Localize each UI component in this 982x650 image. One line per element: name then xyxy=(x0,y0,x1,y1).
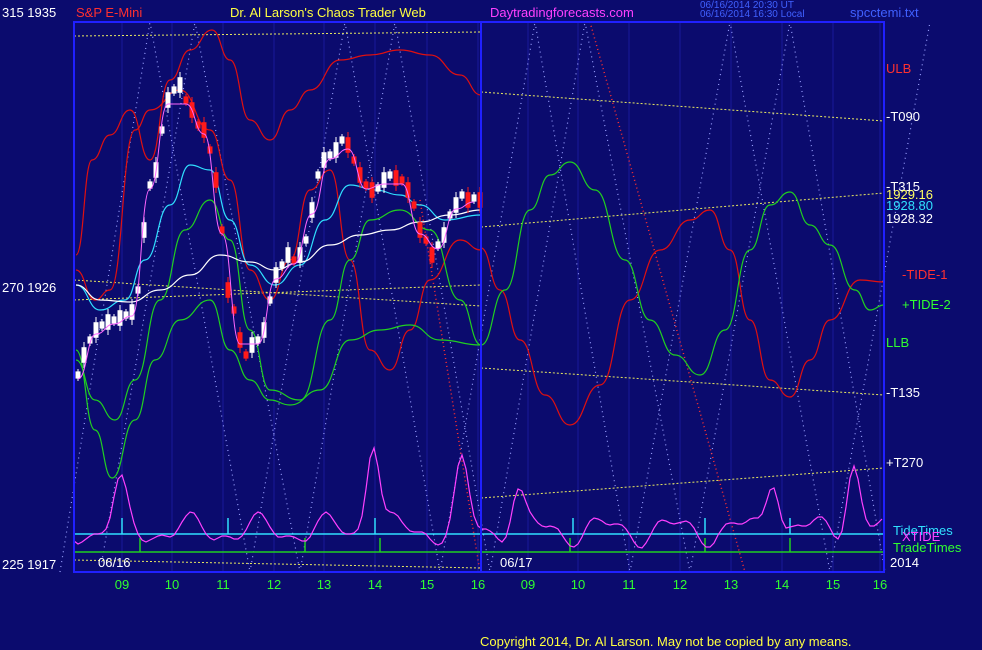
candle-body xyxy=(369,182,375,198)
candle-body xyxy=(111,316,117,324)
date-label-day1: 06/16 xyxy=(98,555,131,570)
candle-body xyxy=(237,332,243,348)
candle-body xyxy=(411,201,417,209)
candle-body xyxy=(225,282,231,298)
hour-tick-label: 10 xyxy=(165,577,179,592)
candle-body xyxy=(177,77,183,93)
label-tide-1: -TIDE-1 xyxy=(902,267,948,282)
label-t270: +T270 xyxy=(886,455,923,470)
hour-tick-label: 15 xyxy=(420,577,434,592)
hour-tick-label: 16 xyxy=(873,577,887,592)
hour-tick-label: 15 xyxy=(826,577,840,592)
site-title: Dr. Al Larson's Chaos Trader Web xyxy=(230,5,426,20)
candle-body xyxy=(171,86,177,94)
site-url[interactable]: Daytradingforecasts.com xyxy=(490,5,634,20)
hour-tick-label: 11 xyxy=(622,577,636,592)
year-label: 2014 xyxy=(890,555,919,570)
hour-tick-label: 14 xyxy=(368,577,382,592)
label-trade-times: TradeTimes xyxy=(893,540,962,555)
candle-body xyxy=(435,241,441,249)
candle-body xyxy=(417,222,423,238)
timestamp-local: 06/16/2014 16:30 Local xyxy=(700,9,805,20)
candle-body xyxy=(393,170,399,186)
candle-body xyxy=(399,176,405,184)
candle-body xyxy=(93,322,99,338)
chaos-trader-chart: 315 1935 S&P E-Mini Dr. Al Larson's Chao… xyxy=(0,0,982,650)
label-t090: -T090 xyxy=(886,109,920,124)
candle-body xyxy=(213,172,219,188)
candle-body xyxy=(345,137,351,153)
hour-tick-label: 13 xyxy=(724,577,738,592)
candle-body xyxy=(285,247,291,263)
hour-tick-label: 16 xyxy=(471,577,485,592)
symbol-label: S&P E-Mini xyxy=(76,5,142,20)
candle-body xyxy=(363,181,369,189)
candle-body xyxy=(459,191,465,199)
candle-body xyxy=(303,236,309,244)
hour-tick-label: 11 xyxy=(216,577,230,592)
label-t135: -T135 xyxy=(886,385,920,400)
candle-body xyxy=(291,256,297,264)
left-scale-bottom: 225 1917 xyxy=(2,557,56,572)
candle-body xyxy=(315,171,321,179)
candle-body xyxy=(99,321,105,329)
label-ulb: ULB xyxy=(886,61,911,76)
candle-body xyxy=(243,351,249,359)
candle-body xyxy=(471,194,477,202)
candle-body xyxy=(249,337,255,353)
label-llb: LLB xyxy=(886,335,909,350)
candle-body xyxy=(75,371,81,379)
hour-tick-label: 12 xyxy=(673,577,687,592)
candle-body xyxy=(381,172,387,188)
candle-body xyxy=(327,151,333,159)
candle-body xyxy=(453,197,459,213)
data-file: spcctemi.txt xyxy=(850,5,919,20)
hour-tick-label: 09 xyxy=(115,577,129,592)
candle-body xyxy=(387,171,393,179)
candle-body xyxy=(309,202,315,218)
hour-tick-label: 12 xyxy=(267,577,281,592)
candle-body xyxy=(429,247,435,263)
left-scale-top: 315 1935 xyxy=(2,5,56,20)
price-last-3: 1928.32 xyxy=(886,211,933,226)
candle-body xyxy=(339,136,345,144)
candle-body xyxy=(183,96,189,104)
candle-body xyxy=(465,192,471,208)
left-scale-mid: 270 1926 xyxy=(2,280,56,295)
copyright: Copyright 2014, Dr. Al Larson. May not b… xyxy=(480,634,851,649)
hour-tick-label: 09 xyxy=(521,577,535,592)
candle-body xyxy=(279,261,285,269)
candle-body xyxy=(129,304,135,320)
hour-tick-label: 13 xyxy=(317,577,331,592)
hour-tick-label: 14 xyxy=(775,577,789,592)
hour-tick-label: 10 xyxy=(571,577,585,592)
date-label-day2: 06/17 xyxy=(500,555,533,570)
label-tide-2: +TIDE-2 xyxy=(902,297,951,312)
